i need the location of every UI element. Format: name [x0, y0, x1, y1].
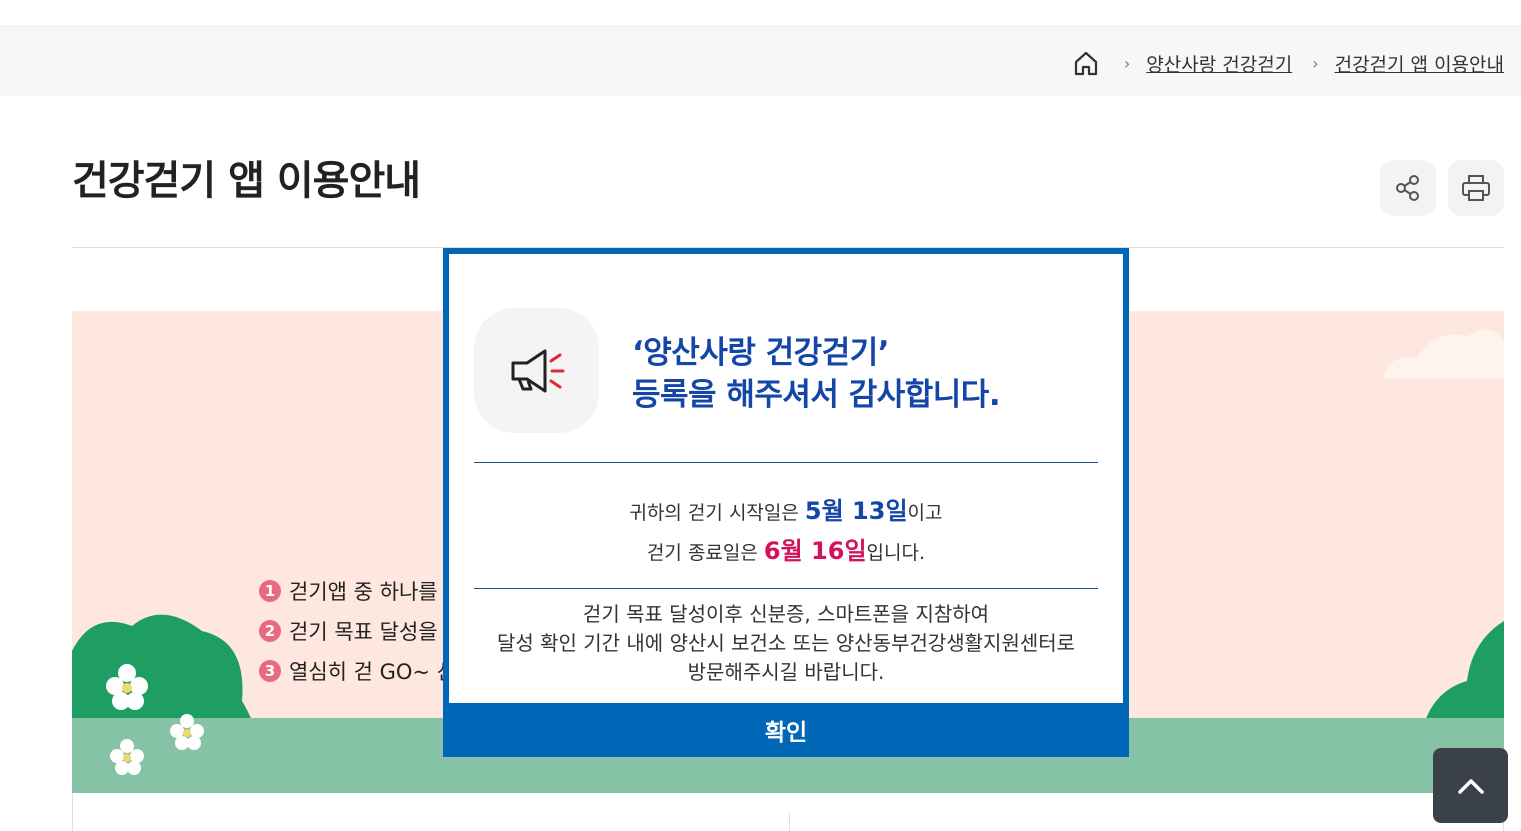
flower-icon [106, 664, 204, 775]
breadcrumb-bar: › 양산사랑 건강걷기 › 건강걷기 앱 이용안내 [0, 27, 1521, 96]
confirm-button[interactable]: 확인 [443, 703, 1129, 757]
share-icon [1396, 175, 1419, 201]
content-panel [72, 793, 1504, 831]
end-date-suffix: 입니다. [866, 542, 926, 564]
step-text: 열심히 걷 GO~ 산 [289, 660, 457, 684]
end-date-prefix: 걷기 종료일은 [646, 542, 764, 564]
dialog-divider [474, 462, 1098, 463]
registration-dialog: ‘양산사랑 건강걷기’ 등록을 해주셔서 감사합니다. 귀하의 걷기 시작일은 … [443, 248, 1129, 757]
breadcrumb: › 양산사랑 건강걷기 › 건강걷기 앱 이용안내 [1072, 49, 1504, 77]
step-text: 걷기 목표 달성을 [289, 620, 438, 644]
step-number: 2 [259, 620, 281, 642]
step-list: 1 걷기앱 중 하나를 2 걷기 목표 달성을 3 열심히 걷 GO~ 산 [259, 571, 456, 691]
start-date-suffix: 이고 [907, 502, 943, 524]
home-icon[interactable] [1072, 49, 1100, 77]
print-icon [1462, 175, 1490, 201]
scroll-top-button[interactable] [1433, 748, 1508, 823]
walking-period: 귀하의 걷기 시작일은 5월 13일이고 걷기 종료일은 6월 16일입니다. [449, 492, 1123, 572]
headline-line: ‘양산사랑 건강걷기’ [632, 335, 890, 371]
end-date: 6월 16일 [763, 537, 867, 565]
megaphone-icon [474, 308, 599, 433]
chevron-right-icon: › [1312, 53, 1319, 73]
headline-line: 등록을 해주셔서 감사합니다. [632, 377, 1001, 413]
chevron-right-icon: › [1123, 53, 1131, 73]
notice-line: 달성 확인 기간 내에 양산시 보건소 또는 양산동부건강생활지원센터로 [496, 631, 1076, 655]
print-button[interactable] [1448, 160, 1504, 216]
visit-notice: 걷기 목표 달성이후 신분증, 스마트폰을 지참하여 달성 확인 기간 내에 양… [449, 600, 1123, 687]
dialog-headline: ‘양산사랑 건강걷기’ 등록을 해주셔서 감사합니다. [632, 332, 1001, 416]
step-number: 1 [259, 580, 281, 602]
list-item: 3 열심히 걷 GO~ 산 [259, 651, 456, 691]
share-button[interactable] [1380, 160, 1436, 216]
notice-line: 방문해주시길 바랍니다. [687, 660, 885, 684]
list-item: 2 걷기 목표 달성을 [259, 611, 456, 651]
start-date: 5월 13일 [804, 497, 908, 525]
chevron-up-icon [1457, 778, 1484, 794]
start-date-prefix: 귀하의 걷기 시작일은 [629, 502, 805, 524]
panel-divider [789, 813, 790, 831]
dialog-divider [474, 588, 1098, 589]
step-number: 3 [259, 660, 281, 682]
notice-line: 걷기 목표 달성이후 신분증, 스마트폰을 지참하여 [582, 602, 990, 626]
breadcrumb-link-walking[interactable]: 양산사랑 건강걷기 [1146, 50, 1292, 77]
breadcrumb-link-app-guide[interactable]: 건강걷기 앱 이용안내 [1335, 50, 1504, 77]
top-header [0, 0, 1521, 27]
end-date-line: 걷기 종료일은 6월 16일입니다. [449, 532, 1123, 572]
list-item: 1 걷기앱 중 하나를 [259, 571, 456, 611]
start-date-line: 귀하의 걷기 시작일은 5월 13일이고 [449, 492, 1123, 532]
step-text: 걷기앱 중 하나를 [289, 580, 438, 604]
page-title: 건강걷기 앱 이용안내 [72, 158, 421, 204]
dialog-body: ‘양산사랑 건강걷기’ 등록을 해주셔서 감사합니다. 귀하의 걷기 시작일은 … [449, 254, 1123, 703]
